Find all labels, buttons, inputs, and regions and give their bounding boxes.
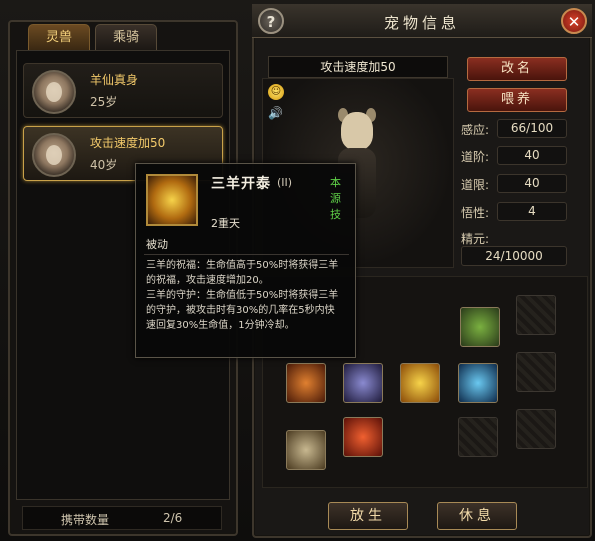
skill-rank: (II) (277, 176, 293, 189)
release-button[interactable]: 放生 (328, 502, 408, 530)
skill-type: 被动 (146, 238, 168, 251)
desc-line: 的守护，被攻击时有30%的几率在5秒内快 (146, 305, 335, 316)
pet-age: 40岁 (90, 158, 118, 172)
tab-spirit-beast[interactable]: 灵兽 (28, 24, 90, 50)
desc-line: 的祝福，攻击速度增加20。 (146, 275, 269, 286)
help-button[interactable]: ? (258, 8, 284, 34)
speaker-icon[interactable]: 🔊 (268, 106, 283, 120)
skill-level: 2重天 (211, 217, 240, 230)
skill-slot-three-goats-icon[interactable] (400, 363, 440, 403)
essence-label: 精元: (461, 232, 490, 246)
essence-value: 24/10000 (461, 246, 567, 266)
skill-slot-aura-icon[interactable] (458, 363, 498, 403)
stat-value-limit: 40 (497, 174, 567, 193)
smile-icon[interactable]: ☺ (268, 84, 284, 100)
empty-slot-icon[interactable] (516, 409, 556, 449)
empty-slot-icon[interactable] (458, 417, 498, 457)
pet-name: 攻击速度加50 (90, 136, 166, 150)
pet-age: 25岁 (90, 95, 118, 109)
skill-slot-claw-icon[interactable] (343, 363, 383, 403)
skill-slot-beast-icon[interactable] (286, 363, 326, 403)
stat-label-limit: 道限: (461, 178, 490, 192)
stat-label-rank: 道阶: (461, 150, 490, 164)
three-goats-skill-icon (146, 174, 198, 226)
desc-line: 三羊的祝福：生命值高于50%时将获得三羊 (146, 260, 339, 271)
carry-label: 携带数量 (61, 513, 110, 527)
rename-button[interactable]: 改名 (467, 57, 567, 81)
desc-line: 三羊的守护：生命值低于50%时将获得三羊 (146, 290, 339, 301)
stat-label-sense: 感应: (461, 123, 490, 137)
list-item-pet-1[interactable]: 羊仙真身 25岁 (23, 63, 223, 118)
empty-slot-icon[interactable] (516, 352, 556, 392)
avatar (32, 70, 76, 114)
close-button[interactable]: ✕ (561, 8, 587, 34)
divider (144, 254, 349, 255)
rest-button[interactable]: 休息 (437, 502, 517, 530)
skill-name: 三羊开泰 (211, 176, 271, 192)
pet-name: 羊仙真身 (90, 73, 139, 87)
title-bar: 宠物信息 (252, 4, 592, 38)
skill-description: 三羊的祝福：生命值高于50%时将获得三羊 的祝福，攻击速度增加20。 三羊的守护… (146, 258, 351, 333)
stat-label-wisdom: 悟性: (461, 206, 490, 220)
skill-slot-runner-icon[interactable] (460, 307, 500, 347)
skill-slot-fighter-icon[interactable] (286, 430, 326, 470)
skill-tooltip: 三羊开泰 (II) 本源技 2重天 被动 三羊的祝福：生命值高于50%时将获得三… (135, 163, 356, 358)
skill-tag: 本源技 (330, 176, 341, 221)
feed-button[interactable]: 喂养 (467, 88, 567, 112)
tab-mount[interactable]: 乘骑 (95, 24, 157, 50)
stat-value-sense: 66/100 (497, 119, 567, 138)
pet-model-name: 攻击速度加50 (268, 56, 448, 78)
avatar (32, 133, 76, 177)
carry-value: 2/6 (163, 511, 183, 525)
carry-count-bar: 携带数量 2/6 (22, 506, 222, 530)
pet-window: { "tabs": ["灵兽", "乘骑"], "pets": [ {"name… (0, 0, 595, 541)
stat-value-wisdom: 4 (497, 202, 567, 221)
empty-slot-icon[interactable] (516, 295, 556, 335)
page-title: 宠物信息 (383, 14, 460, 32)
stat-value-rank: 40 (497, 146, 567, 165)
skill-slot-fist-icon[interactable] (343, 417, 383, 457)
desc-line: 速回复30%生命值，1分钟冷却。 (146, 320, 295, 331)
